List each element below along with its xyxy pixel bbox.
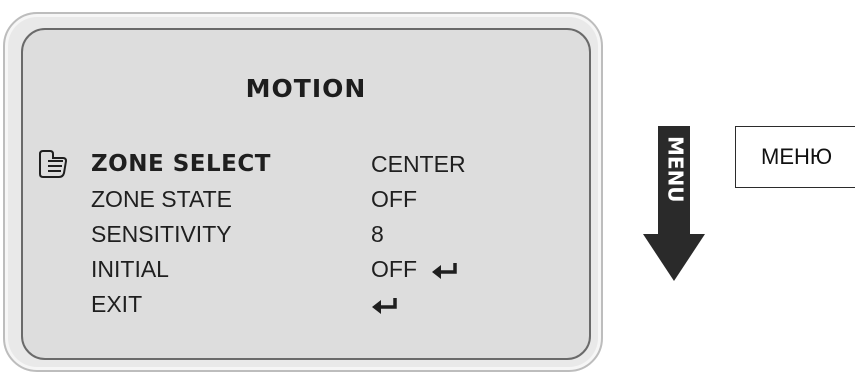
osd-screen-frame: MOTION ZONE SELECT CENTER ZONE STATE OFF… [3, 12, 603, 372]
menu-item-label: EXIT [91, 291, 143, 317]
menu-item-zone-state[interactable]: ZONE STATE OFF [23, 186, 589, 218]
menu-item-value: CENTER [371, 151, 466, 177]
menu-item-value-with-enter [371, 291, 399, 318]
menu-item-label: ZONE SELECT [91, 151, 271, 177]
menu-item-initial[interactable]: INITIAL OFF [23, 256, 589, 288]
menu-caption: МЕНЮ [761, 144, 833, 169]
menu-caption-box: МЕНЮ [735, 126, 855, 188]
menu-item-sensitivity[interactable]: SENSITIVITY 8 [23, 221, 589, 253]
menu-item-label: ZONE STATE [91, 186, 232, 212]
menu-item-value: OFF [371, 186, 417, 212]
enter-return-icon [432, 262, 458, 279]
menu-item-value-with-enter: OFF [371, 256, 459, 283]
down-arrow-icon: MENU [643, 126, 705, 281]
menu-item-value: 8 [371, 221, 384, 247]
screen-title: MOTION [245, 74, 367, 103]
menu-arrow-label: MENU [664, 136, 688, 203]
menu-item-exit[interactable]: EXIT [23, 291, 589, 323]
menu-item-zone-select[interactable]: ZONE SELECT CENTER [23, 150, 589, 183]
menu-item-label: INITIAL [91, 256, 169, 282]
osd-screen: MOTION ZONE SELECT CENTER ZONE STATE OFF… [21, 28, 591, 360]
hand-pointer-icon [39, 150, 68, 178]
menu-item-value: OFF [371, 256, 417, 282]
menu-item-label: SENSITIVITY [91, 221, 232, 247]
enter-return-icon [372, 297, 397, 314]
